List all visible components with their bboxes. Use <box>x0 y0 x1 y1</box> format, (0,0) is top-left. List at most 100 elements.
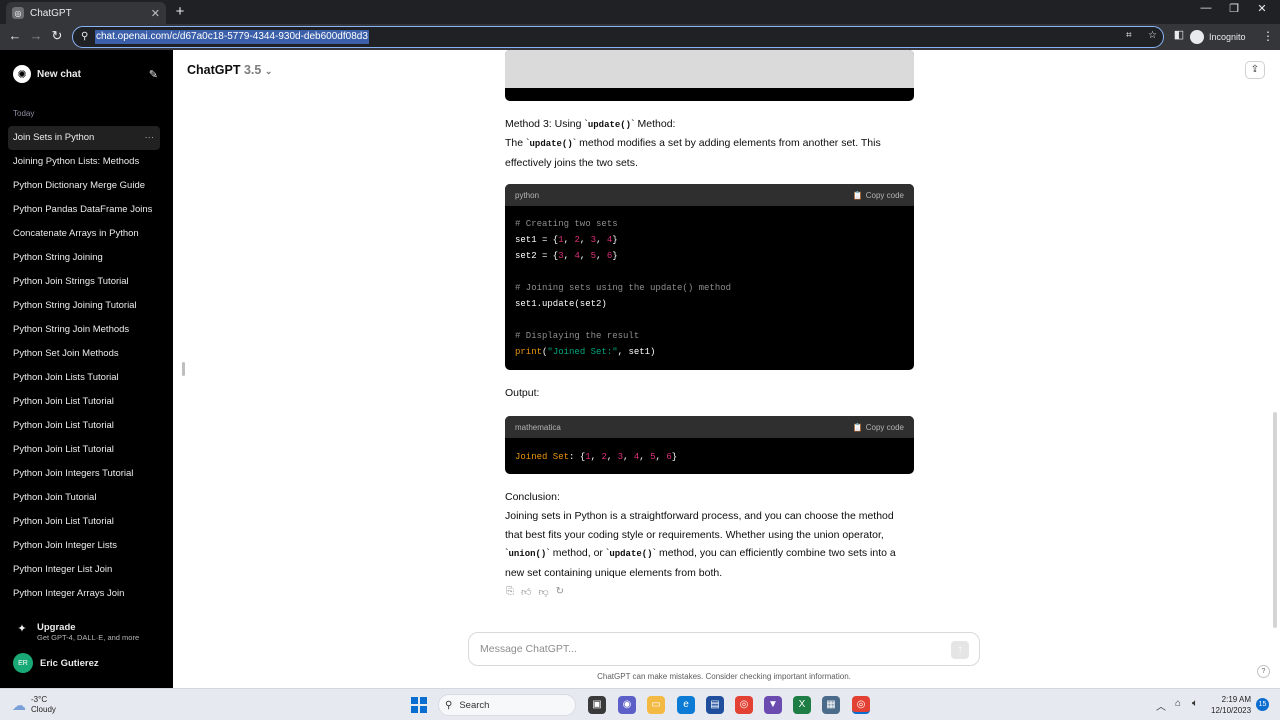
thumbs-down-icon[interactable]: 👎︎ <box>538 586 548 598</box>
history-item[interactable]: Python Join List Tutorial <box>8 438 160 462</box>
chat-app-icon[interactable]: ◉ <box>618 696 636 714</box>
new-chat-button[interactable]: ✺ New chat ✎ <box>8 64 158 84</box>
history-item[interactable]: Joining Python Lists: Methods <box>8 150 160 174</box>
send-arrow-icon[interactable]: ↑ <box>951 641 969 659</box>
tray-chevron-up-icon[interactable]: ︿ <box>1156 698 1166 713</box>
minimize-icon[interactable]: — <box>1196 2 1216 14</box>
model-version: 3.5 <box>243 63 262 77</box>
incognito-indicator[interactable]: Incognito <box>1190 30 1246 44</box>
edit-icon[interactable]: ✎ <box>149 68 158 81</box>
history-item[interactable]: Python Join Strings Tutorial <box>8 270 160 294</box>
incognito-hidden-icon[interactable]: ⌗ <box>1126 30 1132 41</box>
code-block: python 📋 Copy code # Creating two sets se… <box>505 184 914 370</box>
upgrade-button[interactable]: ✦ Upgrade Get GPT-4, DALL·E, and more <box>13 622 139 642</box>
bookmark-star-icon[interactable]: ☆ <box>1148 30 1157 41</box>
model-selector[interactable]: ChatGPT 3.5 ⌄ <box>187 63 272 77</box>
history-item[interactable]: Python Join Tutorial <box>8 486 160 510</box>
model-name: ChatGPT <box>187 63 241 77</box>
history-item[interactable]: Python String Joining Tutorial <box>8 294 160 318</box>
copy-code-button[interactable]: 📋 Copy code <box>853 191 904 200</box>
browser-toolbar: ← → ↻ ⚲ chat.openai.com/c/d67a0c18-5779-… <box>0 24 1280 50</box>
restore-icon[interactable]: ❐ <box>1224 2 1244 15</box>
message-input[interactable]: Message ChatGPT... <box>480 643 577 655</box>
help-icon[interactable]: ? <box>1257 665 1270 678</box>
clipboard-icon: 📋 <box>852 422 863 432</box>
method3-paragraph: The `update()` method modifies a set by … <box>505 134 915 172</box>
upgrade-title: Upgrade <box>37 622 76 633</box>
network-icon[interactable]: ⌂ <box>1175 698 1181 709</box>
thumbs-up-icon[interactable]: 👍︎ <box>521 586 531 598</box>
windows-start-icon[interactable] <box>411 697 427 713</box>
copy-code-button[interactable]: 📋 Copy code <box>853 423 904 432</box>
chatgpt-favicon-icon: ◎ <box>12 7 24 19</box>
site-info-icon[interactable]: ⚲ <box>81 31 88 42</box>
forward-icon[interactable]: → <box>27 28 45 43</box>
incognito-label: Incognito <box>1209 32 1246 42</box>
share-icon[interactable]: ⇪ <box>1245 61 1265 79</box>
code-block-partial-overlay <box>505 50 914 88</box>
browser-menu-icon[interactable]: ⋮ <box>1262 29 1274 43</box>
history-item[interactable]: Python String Joining <box>8 246 160 270</box>
task-view-icon[interactable]: ▣ <box>588 696 606 714</box>
para-line2: effectively joins the two sets. <box>505 156 638 169</box>
conclusion-line1: Joining sets in Python is a straightforw… <box>505 510 894 522</box>
edge-browser-icon[interactable]: e <box>677 696 695 714</box>
tab-close-icon[interactable]: ✕ <box>151 7 160 20</box>
conclusion-mid1: ` method, or ` <box>546 547 610 559</box>
inline-code: update() <box>587 120 632 130</box>
weather-widget[interactable]: ☁ -3°C Cloudy <box>12 695 56 715</box>
more-options-icon[interactable]: ··· <box>145 126 155 150</box>
history-item[interactable]: Python Join List Tutorial <box>8 414 160 438</box>
close-window-icon[interactable]: ✕ <box>1252 2 1272 15</box>
output-code-block: mathematica 📋 Copy code Joined Set: {1, 2… <box>505 416 914 474</box>
excel-icon[interactable]: X <box>793 696 811 714</box>
history-item-label: Join Sets in Python <box>13 132 95 143</box>
history-item[interactable]: Python Join Lists Tutorial <box>8 366 160 390</box>
history-item[interactable]: Python Join List Tutorial <box>8 510 160 534</box>
user-menu[interactable]: ER Eric Gutierez <box>13 653 99 673</box>
message-composer[interactable]: Message ChatGPT... ↑ <box>468 632 980 666</box>
file-explorer-icon[interactable]: ▭ <box>647 696 665 714</box>
clock[interactable]: 2:19 AM 12/10/2023 <box>1211 694 1251 716</box>
back-icon[interactable]: ← <box>6 28 24 43</box>
sidebar-toggle-handle[interactable] <box>182 362 185 376</box>
history-item[interactable]: Python String Join Methods <box>8 318 160 342</box>
history-item[interactable]: Python Pandas DataFrame Joins <box>8 198 160 222</box>
vpn-app-icon[interactable]: ▼ <box>764 696 782 714</box>
history-item[interactable]: Python Integer Arrays Join <box>8 582 160 606</box>
copy-icon[interactable]: ⎘ <box>506 586 514 598</box>
scrollbar[interactable] <box>1273 412 1277 628</box>
incognito-icon <box>1190 30 1204 44</box>
copy-code-label: Copy code <box>865 190 904 200</box>
new-tab-icon[interactable]: + <box>172 3 188 20</box>
history-item[interactable]: Python Join List Tutorial <box>8 390 160 414</box>
section-label-today: Today <box>13 109 35 118</box>
history-item[interactable]: Python Dictionary Merge Guide <box>8 174 160 198</box>
method3-heading: Method 3: Using `update()` Method: <box>505 115 675 135</box>
regenerate-icon[interactable]: ↻ <box>556 586 564 598</box>
history-item[interactable]: Python Integer List Join <box>8 558 160 582</box>
history-item[interactable]: Join Sets in Python ··· <box>8 126 160 150</box>
history-item[interactable]: Concatenate Arrays in Python <box>8 222 160 246</box>
volume-icon[interactable]: 🔈︎ <box>1192 698 1198 709</box>
browser-tab[interactable]: ◎ ChatGPT ✕ <box>6 2 166 24</box>
side-panel-icon[interactable]: ◧ <box>1170 28 1188 41</box>
taskbar-search[interactable]: ⚲ Search <box>438 694 576 716</box>
new-chat-label: New chat <box>37 68 81 80</box>
code-language: python <box>515 190 540 200</box>
store-icon[interactable]: ▤ <box>706 696 724 714</box>
history-item[interactable]: Python Join Integers Tutorial <box>8 462 160 486</box>
notification-badge[interactable]: 15 <box>1256 698 1269 711</box>
history-item[interactable]: Python Join Integer Lists <box>8 534 160 558</box>
inline-code: update() <box>609 549 653 559</box>
chrome-icon[interactable]: ◎ <box>735 696 753 714</box>
upgrade-subtitle: Get GPT-4, DALL·E, and more <box>37 633 140 642</box>
conclusion-paragraph: Joining sets in Python is a straightforw… <box>505 507 925 582</box>
address-bar[interactable]: ⚲ chat.openai.com/c/d67a0c18-5779-4344-9… <box>72 26 1164 48</box>
chrome-active-icon[interactable]: ◎ <box>852 696 870 714</box>
method3-prefix: Method 3: Using ` <box>505 118 588 130</box>
url-text[interactable]: chat.openai.com/c/d67a0c18-5779-4344-930… <box>95 30 369 44</box>
history-item[interactable]: Python Set Join Methods <box>8 342 160 366</box>
reload-icon[interactable]: ↻ <box>48 28 66 44</box>
app-icon[interactable]: ▦ <box>822 696 840 714</box>
